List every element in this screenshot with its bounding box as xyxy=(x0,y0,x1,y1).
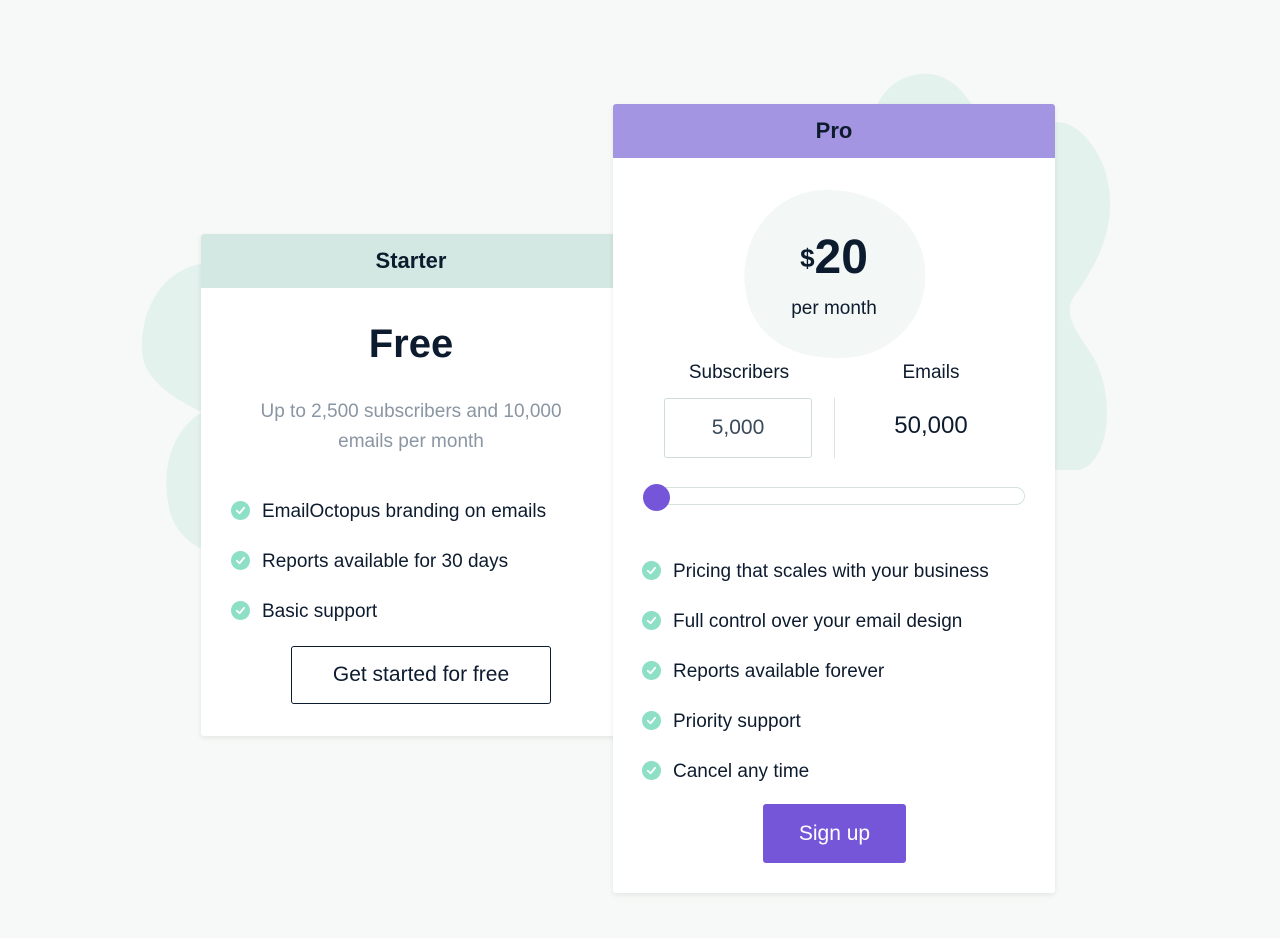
price-period: per month xyxy=(791,298,877,319)
column-divider xyxy=(834,398,835,458)
subscribers-slider[interactable] xyxy=(643,487,1025,505)
subscribers-input[interactable] xyxy=(664,398,812,458)
pro-plan-header: Pro xyxy=(613,104,1055,158)
feature-item: Priority support xyxy=(642,697,989,747)
feature-label: Full control over your email design xyxy=(673,611,963,632)
check-icon xyxy=(642,660,661,680)
starter-plan-header: Starter xyxy=(201,234,621,288)
feature-label: Priority support xyxy=(673,711,801,732)
feature-label: Reports available forever xyxy=(673,661,885,682)
starter-feature-list: EmailOctopus branding on emails Reports … xyxy=(231,487,546,637)
slider-thumb[interactable] xyxy=(643,484,670,511)
price-currency: $ xyxy=(800,243,815,273)
feature-item: Full control over your email design xyxy=(642,597,989,647)
check-icon xyxy=(231,600,250,620)
feature-label: Pricing that scales with your business xyxy=(673,561,989,582)
subscribers-label: Subscribers xyxy=(688,362,790,383)
feature-label: EmailOctopus branding on emails xyxy=(262,501,547,522)
price-amount: 20 xyxy=(814,231,868,284)
check-icon xyxy=(642,610,661,630)
pro-price: $20 xyxy=(613,230,1055,285)
feature-label: Basic support xyxy=(262,601,378,622)
pro-feature-list: Pricing that scales with your business F… xyxy=(642,547,989,797)
check-icon xyxy=(642,760,661,780)
feature-item: Reports available forever xyxy=(642,647,989,697)
starter-description: Up to 2,500 subscribers and 10,000 email… xyxy=(260,401,562,452)
starter-plan-card: Starter Free Up to 2,500 subscribers and… xyxy=(201,234,621,736)
feature-item: Cancel any time xyxy=(642,747,989,797)
get-started-free-button[interactable]: Get started for free xyxy=(291,646,551,704)
feature-label: Reports available for 30 days xyxy=(262,551,509,572)
pro-plan-card: Pro $20 per month Subscribers Emails 50,… xyxy=(613,104,1055,893)
emails-label: Emails xyxy=(902,362,960,383)
feature-label: Cancel any time xyxy=(673,761,810,782)
sign-up-button[interactable]: Sign up xyxy=(763,804,906,863)
feature-item: Basic support xyxy=(231,587,546,637)
check-icon xyxy=(642,710,661,730)
check-icon xyxy=(231,550,250,570)
feature-item: Pricing that scales with your business xyxy=(642,547,989,597)
emails-value: 50,000 xyxy=(894,412,968,439)
check-icon xyxy=(642,560,661,580)
starter-price: Free xyxy=(368,322,454,366)
check-icon xyxy=(231,500,250,520)
feature-item: Reports available for 30 days xyxy=(231,537,546,587)
feature-item: EmailOctopus branding on emails xyxy=(231,487,546,537)
